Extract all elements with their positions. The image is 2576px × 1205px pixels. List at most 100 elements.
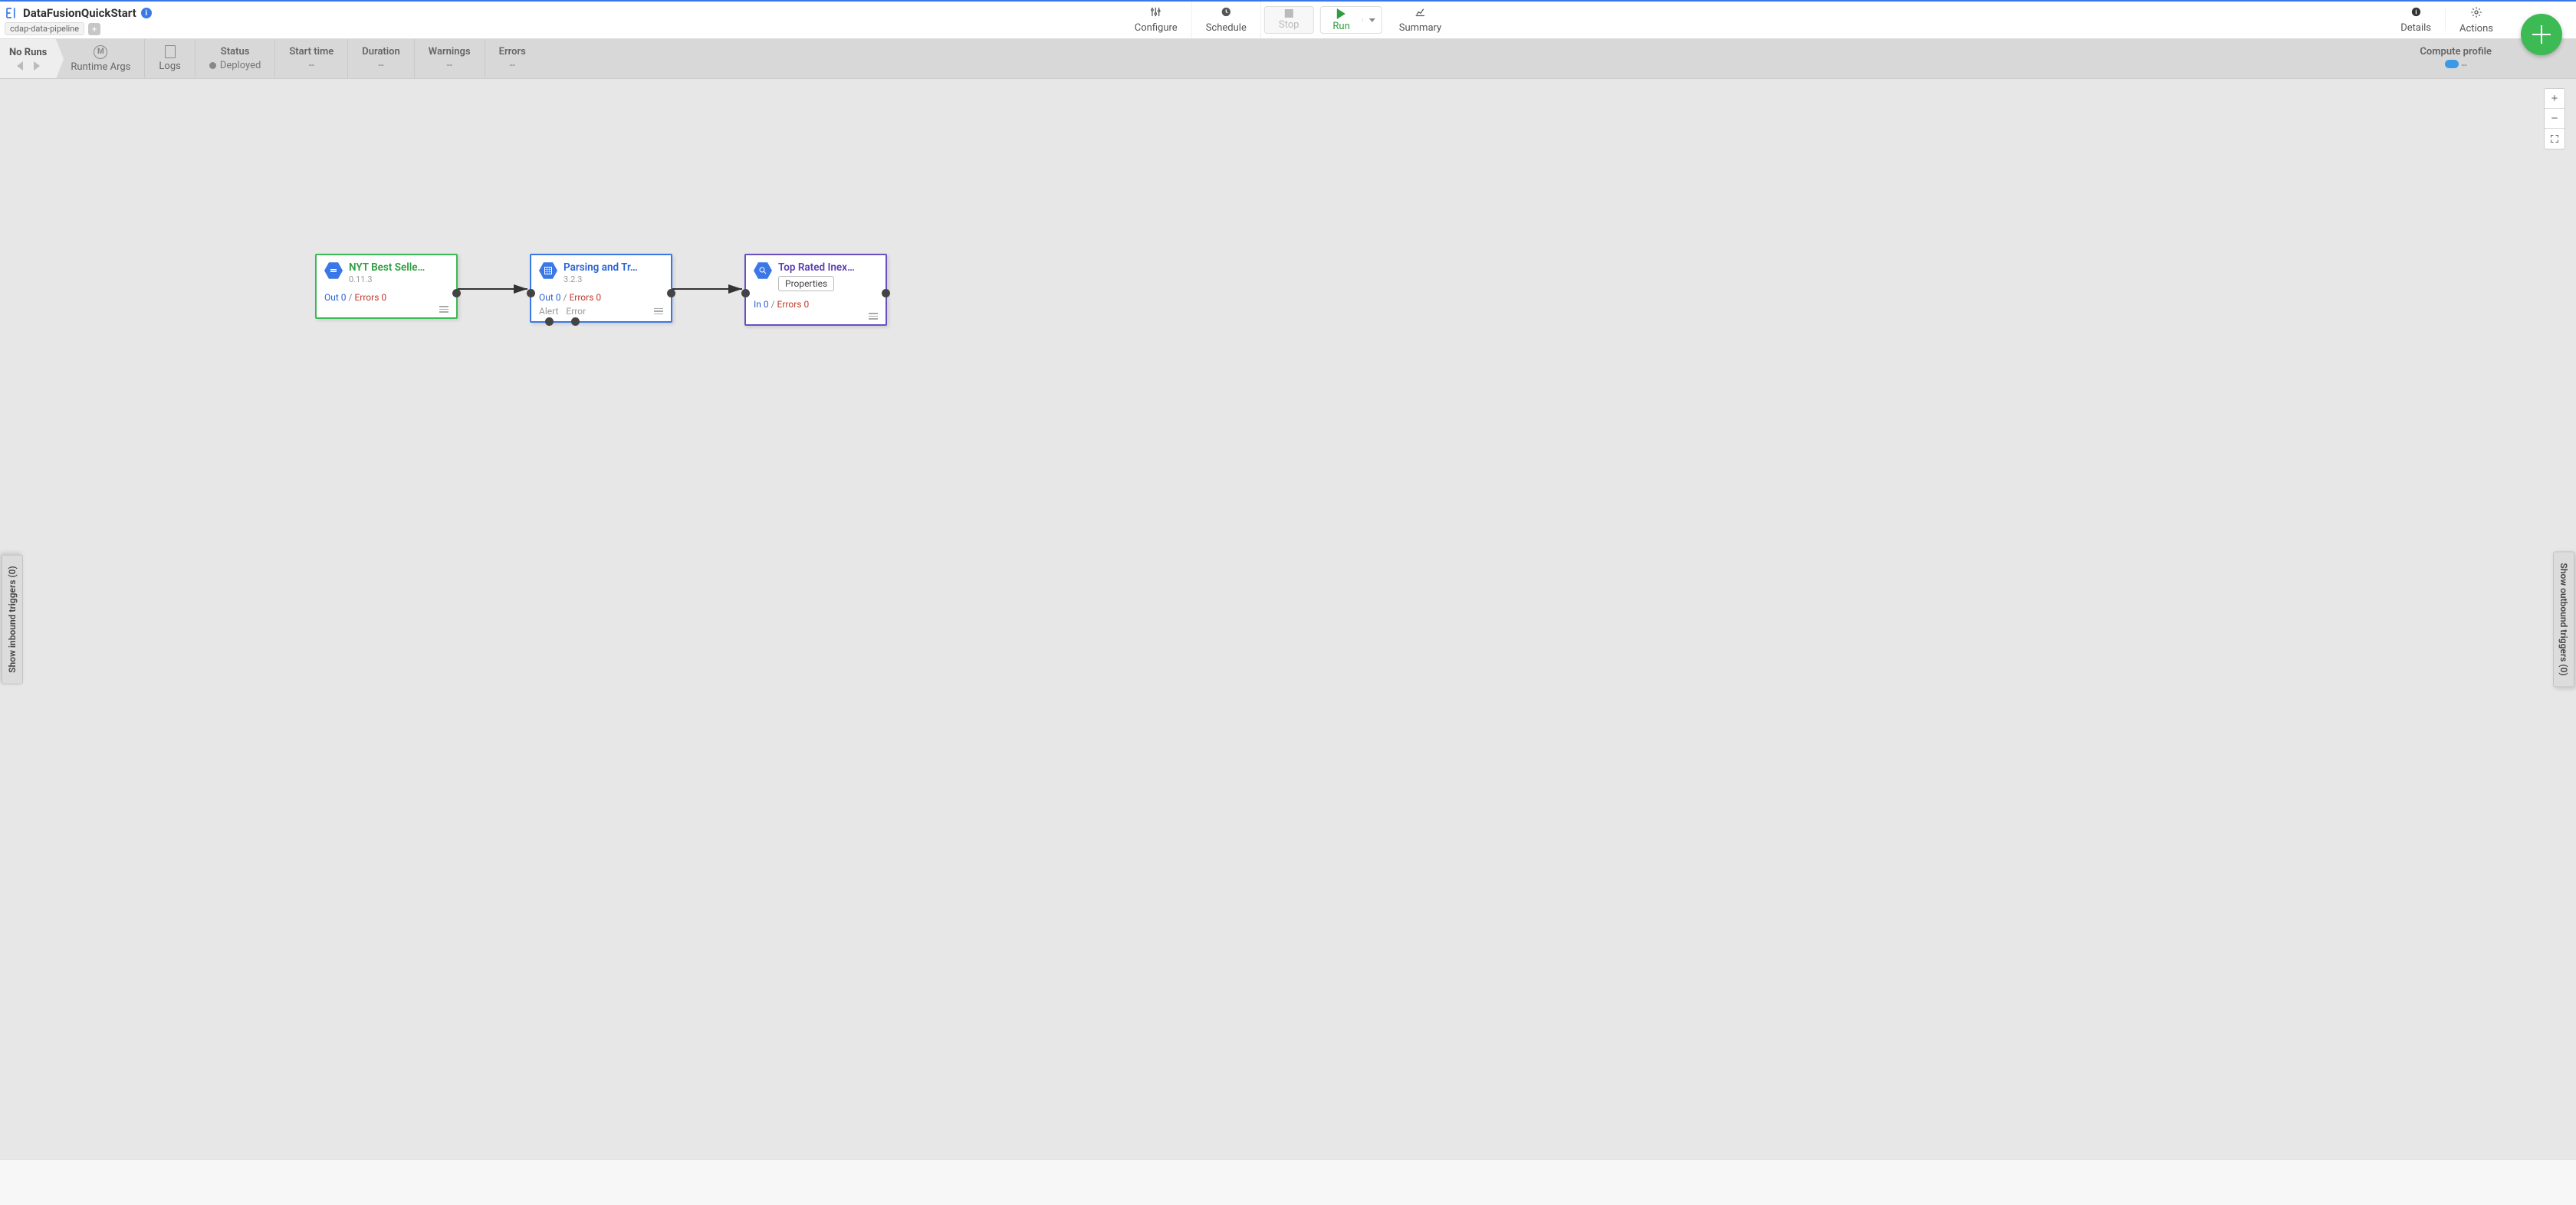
header-left: DataFusionQuickStart i cdap-data-pipelin… (0, 2, 159, 38)
info-circle-icon: i (2410, 6, 2422, 21)
logs-icon (165, 45, 176, 58)
prev-run-icon[interactable] (17, 61, 23, 71)
compute-profile-value: -- (2445, 60, 2467, 71)
configure-button[interactable]: Configure (1121, 2, 1192, 38)
details-label: Details (2400, 22, 2431, 34)
node-metrics: In 0 / Errors 0 (746, 293, 886, 313)
node-header: Top Rated Inex… Properties (746, 255, 886, 293)
warnings-value: -- (447, 60, 452, 71)
sliders-icon (1150, 6, 1162, 21)
header-center: Configure Schedule Stop Run Summary (1121, 2, 1455, 38)
alert-label: Alert (539, 306, 558, 317)
app-logo-icon (5, 6, 18, 20)
status-label: Status (221, 46, 250, 57)
actions-button[interactable]: Actions (2446, 2, 2507, 38)
node-source[interactable]: NYT Best Selle… 0.11.3 Out 0 / Errors 0 (315, 254, 458, 319)
errors-cell: Errors -- (485, 39, 540, 78)
node-footer (746, 313, 886, 324)
node-version: 3.2.3 (564, 274, 663, 284)
fab-add-button[interactable] (2521, 14, 2562, 55)
actions-label: Actions (2459, 23, 2493, 34)
schedule-label: Schedule (1206, 22, 1247, 34)
footer (0, 1159, 2576, 1205)
runtime-args-icon: M (94, 45, 107, 59)
warnings-label: Warnings (429, 46, 471, 57)
connectors (0, 79, 2576, 1159)
outbound-triggers-tab[interactable]: Show outbound triggers (0) (2553, 551, 2574, 687)
gear-icon (2470, 6, 2482, 21)
runtime-args-label: Runtime Args (71, 61, 130, 73)
start-time-label: Start time (289, 46, 334, 57)
status-cell: Status Deployed (196, 39, 276, 78)
node-transform[interactable]: Parsing and Tr… 3.2.3 Out 0 / Errors 0 A… (530, 254, 672, 323)
runtime-args-cell[interactable]: M Runtime Args (57, 39, 145, 78)
status-value: Deployed (209, 60, 261, 71)
run-label: Run (1332, 21, 1349, 32)
node-header: Parsing and Tr… 3.2.3 (531, 255, 671, 286)
start-time-value: -- (309, 60, 314, 71)
node-out-port[interactable] (667, 289, 675, 297)
node-error-port[interactable] (571, 317, 580, 326)
status-bar: No Runs M Runtime Args Logs Status Deplo… (0, 39, 2576, 79)
node-title: Parsing and Tr… (564, 261, 663, 274)
errors-label: Errors (499, 46, 526, 57)
start-time-cell: Start time -- (275, 39, 348, 78)
runs-tab: No Runs (0, 39, 57, 78)
node-alert-port[interactable] (545, 317, 554, 326)
node-title: Top Rated Inex… (778, 261, 878, 274)
summary-button[interactable]: Summary (1385, 2, 1455, 38)
pipeline-type-chip[interactable]: cdap-data-pipeline (5, 22, 84, 35)
duration-label: Duration (362, 46, 400, 57)
node-out-port[interactable] (882, 289, 890, 297)
next-run-icon[interactable] (34, 61, 40, 71)
node-sink[interactable]: Top Rated Inex… Properties In 0 / Errors… (744, 254, 887, 326)
node-in-port[interactable] (741, 289, 750, 297)
node-in-port[interactable] (527, 289, 535, 297)
info-icon[interactable]: i (141, 8, 152, 18)
node-menu-icon[interactable] (439, 306, 449, 313)
chevron-down-icon (1369, 18, 1375, 22)
node-alert-error-labels: Alert Error (539, 306, 586, 317)
play-icon (1337, 8, 1346, 19)
bigquery-icon (754, 261, 772, 280)
canvas[interactable]: + − Show inbound triggers (0) Show outbo… (0, 79, 2576, 1159)
warnings-cell: Warnings -- (415, 39, 485, 78)
logs-cell[interactable]: Logs (145, 39, 195, 78)
zoom-in-button[interactable]: + (2545, 89, 2564, 109)
node-menu-icon[interactable] (869, 313, 878, 320)
stop-button: Stop (1264, 6, 1314, 34)
fit-to-screen-button[interactable] (2545, 129, 2564, 149)
run-button[interactable]: Run (1320, 8, 1362, 32)
header: DataFusionQuickStart i cdap-data-pipelin… (0, 2, 2576, 39)
inbound-triggers-tab[interactable]: Show inbound triggers (0) (2, 554, 23, 684)
zoom-controls: + − (2544, 88, 2565, 149)
configure-label: Configure (1135, 22, 1178, 34)
run-dropdown-button[interactable] (1362, 18, 1382, 22)
duration-cell: Duration -- (348, 39, 415, 78)
node-metrics: Out 0 / Errors 0 (531, 286, 671, 306)
node-metrics: Out 0 / Errors 0 (317, 286, 456, 306)
logs-label: Logs (159, 61, 180, 72)
properties-button[interactable]: Properties (778, 276, 834, 291)
stop-label: Stop (1279, 19, 1300, 31)
summary-label: Summary (1399, 22, 1441, 34)
run-button-group: Run (1319, 6, 1382, 34)
zoom-out-button[interactable]: − (2545, 109, 2564, 129)
title-row: DataFusionQuickStart i (5, 6, 152, 20)
node-out-port[interactable] (452, 289, 461, 297)
compute-profile-label: Compute profile (2420, 46, 2492, 57)
runs-title: No Runs (9, 47, 47, 58)
node-header: NYT Best Selle… 0.11.3 (317, 255, 456, 286)
chart-icon (1414, 6, 1426, 21)
clock-icon (1221, 6, 1232, 21)
duration-value: -- (378, 60, 383, 71)
runs-nav (17, 61, 40, 71)
pipeline-chip-row: cdap-data-pipeline + (5, 22, 152, 35)
node-version: 0.11.3 (349, 274, 449, 284)
node-menu-icon[interactable] (654, 308, 663, 315)
schedule-button[interactable]: Schedule (1192, 2, 1261, 38)
add-chip-button[interactable]: + (88, 23, 100, 35)
details-button[interactable]: i Details (2387, 2, 2445, 38)
node-title: NYT Best Selle… (349, 261, 449, 274)
errors-value: -- (510, 60, 515, 71)
